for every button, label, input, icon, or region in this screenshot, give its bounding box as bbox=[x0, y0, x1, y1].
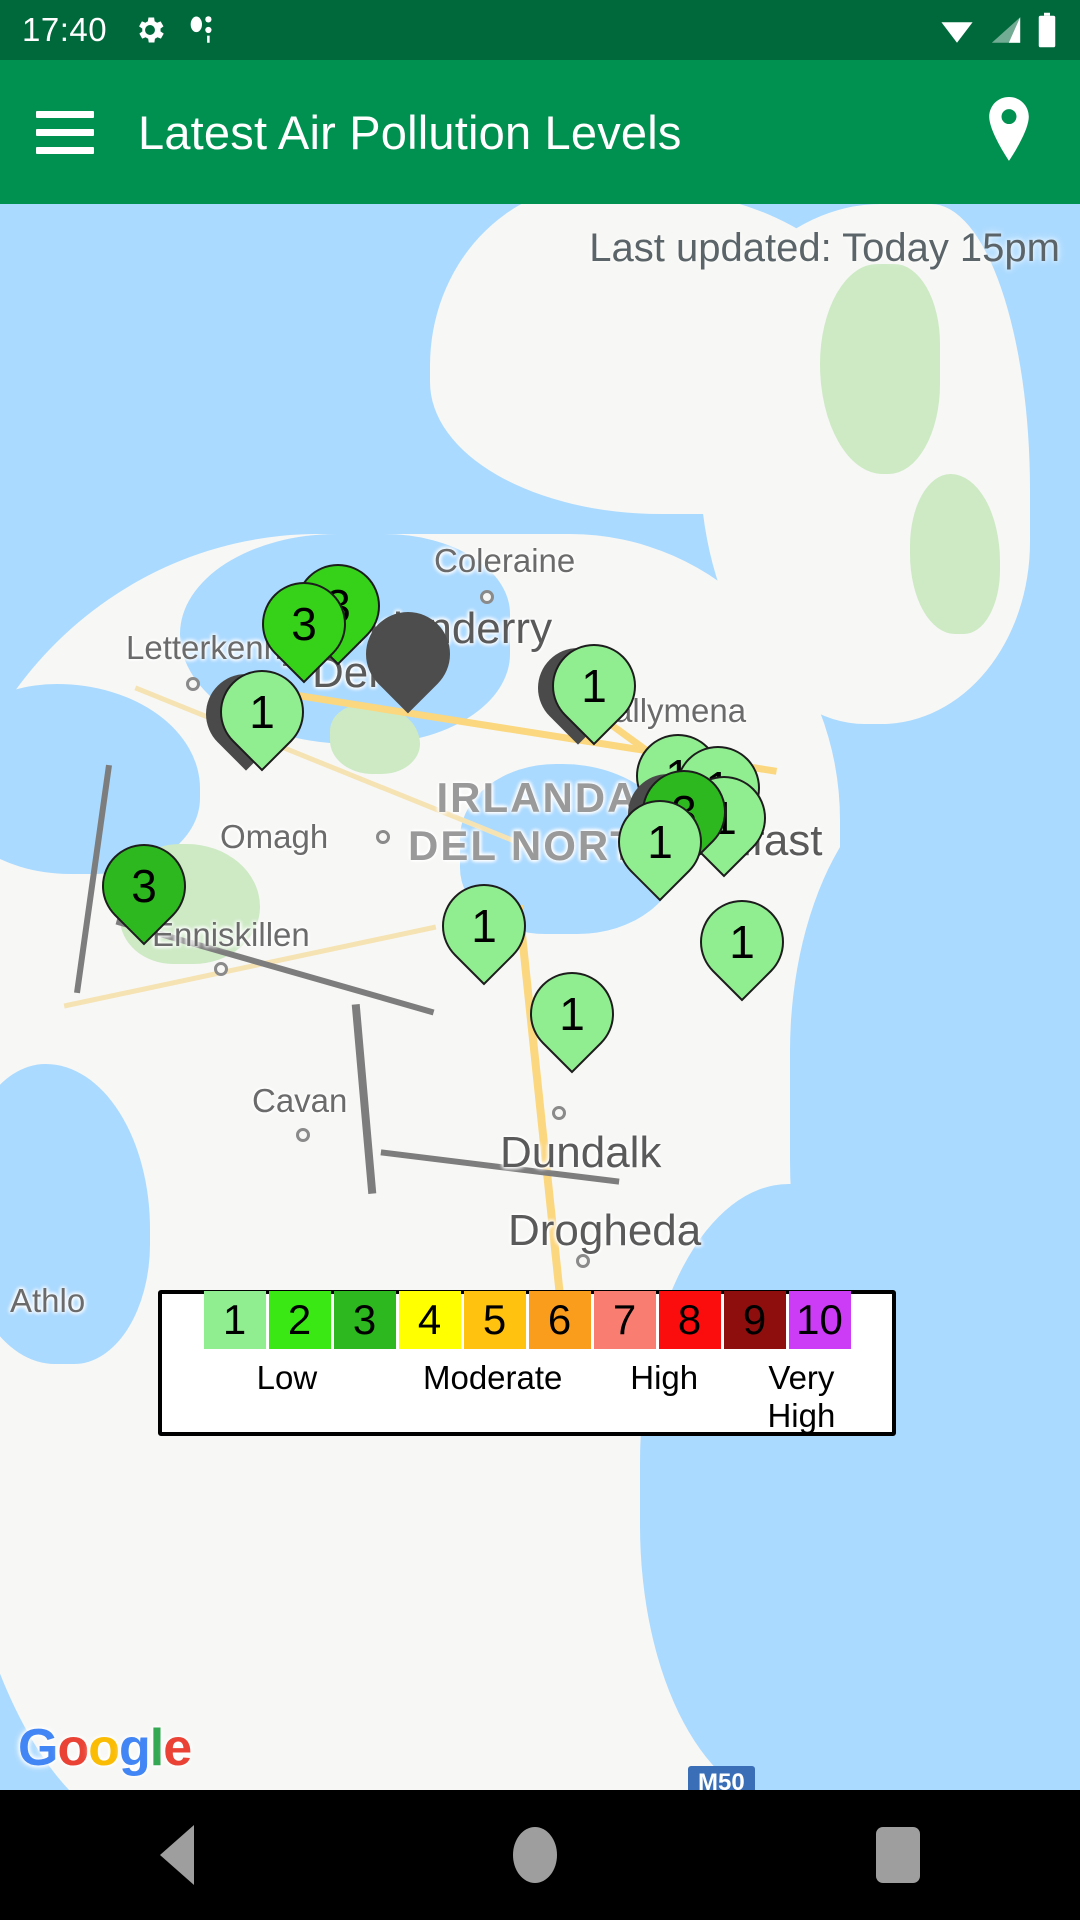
motorway-badge: M50 bbox=[688, 1766, 755, 1790]
google-logo-letter: g bbox=[118, 1719, 151, 1777]
map-view[interactable]: Last updated: Today 15pm ColeraineLondon… bbox=[0, 204, 1080, 1790]
map-city-label: Cavan bbox=[252, 1082, 348, 1119]
legend-band-label: Moderate bbox=[422, 1359, 563, 1396]
map-marker-pin[interactable]: 1 bbox=[512, 954, 632, 1078]
map-marker-pin[interactable]: 1 bbox=[424, 866, 544, 990]
hamburger-menu-icon[interactable] bbox=[36, 110, 132, 154]
home-circle-icon[interactable] bbox=[512, 1827, 557, 1883]
hamburger-bar bbox=[36, 146, 94, 154]
recents-square-icon[interactable] bbox=[876, 1827, 921, 1883]
app-bar: Latest Air Pollution Levels bbox=[0, 60, 1080, 204]
legend-swatch: 2 bbox=[268, 1291, 331, 1349]
battery-icon bbox=[1038, 12, 1056, 48]
legend-band-label: Low bbox=[256, 1359, 318, 1396]
map-water bbox=[640, 1184, 970, 1790]
back-triangle-icon[interactable] bbox=[159, 1825, 194, 1885]
legend-swatch: 3 bbox=[333, 1291, 396, 1349]
marker-value-label: 1 bbox=[471, 900, 497, 952]
marker-value-label: 3 bbox=[131, 860, 157, 912]
map-city-dot bbox=[214, 962, 228, 976]
marker-pin-icon bbox=[348, 594, 468, 714]
debug-icon bbox=[190, 16, 212, 43]
last-updated-label: Last updated: Today 15pm bbox=[589, 226, 1060, 270]
legend-swatch: 4 bbox=[398, 1291, 461, 1349]
hamburger-bar bbox=[36, 128, 94, 136]
legend-scale: 1 2 3 4 5 6 7 8 9 10 bbox=[162, 1291, 892, 1349]
legend-band-label: Very High bbox=[767, 1359, 836, 1434]
map-city-label: Coleraine bbox=[434, 542, 576, 579]
android-status-bar: 17:40 bbox=[0, 0, 1080, 60]
legend-swatch: 8 bbox=[658, 1291, 721, 1349]
map-green-area bbox=[820, 264, 940, 474]
marker-value-label: 1 bbox=[729, 916, 755, 968]
hamburger-bar bbox=[36, 110, 94, 118]
map-city-dot bbox=[576, 1254, 590, 1268]
google-logo-letter: o bbox=[88, 1719, 120, 1777]
status-bar-left-icons bbox=[133, 13, 217, 47]
legend-band-label: High bbox=[630, 1359, 699, 1396]
map-city-dot bbox=[296, 1128, 310, 1142]
legend-band-labels: Low Moderate High Very High bbox=[162, 1359, 892, 1435]
legend-swatch: 10 bbox=[788, 1291, 851, 1349]
marker-value-label: 1 bbox=[647, 816, 673, 868]
settings-gear-icon bbox=[139, 17, 164, 43]
map-city-label: Athlo bbox=[10, 1282, 86, 1319]
cellular-signal-icon bbox=[991, 17, 1021, 43]
legend-swatch: 1 bbox=[203, 1291, 266, 1349]
map-city-dot bbox=[480, 590, 494, 604]
location-pin-icon[interactable] bbox=[982, 96, 1036, 168]
legend-swatch: 6 bbox=[528, 1291, 591, 1349]
wifi-icon bbox=[941, 22, 973, 43]
map-marker-pin[interactable]: 1 bbox=[600, 782, 720, 906]
map-marker-pin[interactable]: 1 bbox=[682, 882, 802, 1006]
status-bar-right-icons bbox=[938, 12, 1058, 48]
android-navigation-bar bbox=[0, 1790, 1080, 1920]
marker-value-label: 1 bbox=[559, 988, 585, 1040]
map-marker-pin[interactable]: 1 bbox=[534, 626, 654, 750]
map-city-label: Dundalk bbox=[500, 1128, 662, 1177]
legend-swatch: 7 bbox=[593, 1291, 656, 1349]
marker-value-label: 1 bbox=[581, 660, 607, 712]
google-attribution-logo: Google bbox=[18, 1718, 192, 1778]
map-marker-pin[interactable]: 3 bbox=[84, 826, 204, 950]
map-city-dot bbox=[552, 1106, 566, 1120]
phone-screen: 17:40 Latest Air Pollution Levels Last u… bbox=[0, 0, 1080, 1920]
pollution-legend: 1 2 3 4 5 6 7 8 9 10 Low Moderate High Very High bbox=[158, 1290, 896, 1436]
google-logo-letter: G bbox=[18, 1719, 58, 1777]
map-city-dot bbox=[376, 830, 390, 844]
map-city-label: Drogheda bbox=[508, 1206, 702, 1255]
map-city-label: Omagh bbox=[220, 818, 329, 855]
map-marker-pin[interactable]: 1 bbox=[202, 652, 322, 776]
marker-value-label: 3 bbox=[291, 598, 317, 650]
google-logo-letter: o bbox=[57, 1719, 89, 1777]
page-title: Latest Air Pollution Levels bbox=[138, 105, 682, 159]
map-city-dot bbox=[186, 677, 200, 691]
legend-swatch: 9 bbox=[723, 1291, 786, 1349]
google-logo-letter: e bbox=[163, 1719, 192, 1777]
google-logo-letter: l bbox=[149, 1719, 164, 1777]
marker-value-label: 1 bbox=[249, 686, 275, 738]
status-bar-clock: 17:40 bbox=[22, 11, 108, 48]
legend-swatch: 5 bbox=[463, 1291, 526, 1349]
map-marker-pin[interactable] bbox=[348, 594, 468, 718]
